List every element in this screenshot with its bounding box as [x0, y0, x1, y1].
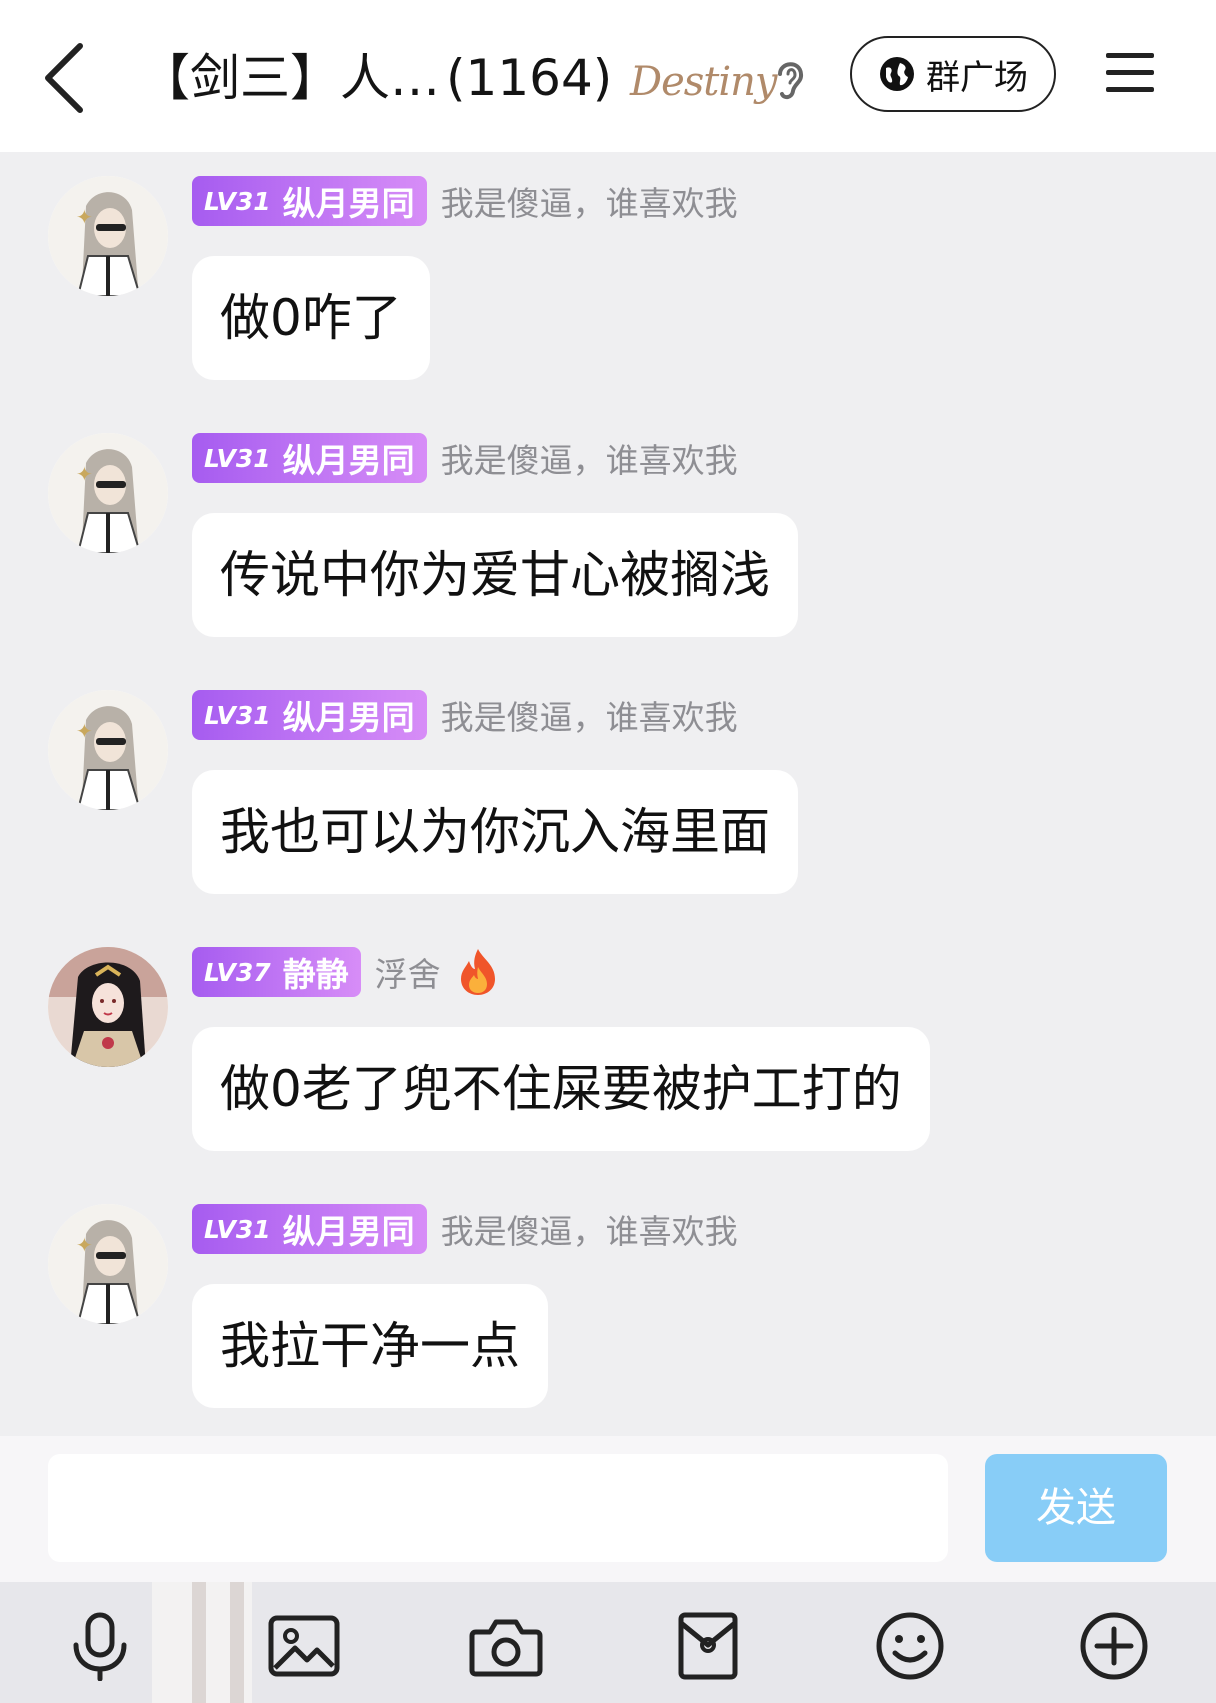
sender-nickname[interactable]: 静静	[283, 948, 349, 996]
back-icon[interactable]	[40, 40, 90, 116]
fire-icon	[460, 949, 495, 995]
emoji-icon[interactable]	[868, 1604, 952, 1688]
level-label: LV31	[204, 186, 271, 216]
composer: 发送	[0, 1436, 1216, 1582]
globe-icon	[880, 57, 914, 91]
microphone-icon[interactable]	[58, 1604, 142, 1688]
avatar[interactable]: ✦	[48, 176, 168, 296]
level-label: LV31	[204, 443, 271, 473]
message-meta: LV31 纵月男同 我是傻逼，谁喜欢我	[192, 1204, 738, 1254]
sender-nickname[interactable]: 纵月男同	[283, 1205, 415, 1253]
sender-tag: 浮舍	[374, 955, 441, 994]
group-title[interactable]: 【剑三】人… (1164)	[140, 44, 612, 112]
message-bubble[interactable]: 我也可以为你沉入海里面	[192, 770, 798, 894]
level-label: LV37	[204, 957, 271, 987]
level-badge: LV31 纵月男同	[192, 1204, 427, 1254]
svg-text:✦: ✦	[76, 719, 93, 743]
send-button[interactable]: 发送	[985, 1454, 1167, 1562]
input-toolbar	[0, 1582, 1216, 1703]
chat-header: 【剑三】人… (1164) Destiny 群广场	[0, 0, 1216, 152]
sender-nickname[interactable]: 纵月男同	[283, 691, 415, 739]
decorative-strip	[192, 1582, 206, 1703]
level-badge: LV37 静静	[192, 947, 361, 997]
svg-text:✦: ✦	[76, 462, 93, 486]
message-meta: LV31 纵月男同 我是傻逼，谁喜欢我	[192, 433, 738, 483]
avatar[interactable]: ✦	[48, 433, 168, 553]
destiny-logo: Destiny	[630, 59, 777, 105]
sender-tag: 我是傻逼，谁喜欢我	[440, 698, 738, 737]
message-bubble[interactable]: 做0老了兜不住屎要被护工打的	[192, 1027, 930, 1151]
avatar[interactable]: ✦	[48, 690, 168, 810]
message-meta: LV31 纵月男同 我是傻逼，谁喜欢我	[192, 176, 738, 226]
sender-tag: 我是傻逼，谁喜欢我	[440, 441, 738, 480]
avatar[interactable]	[48, 947, 168, 1067]
group-plaza-label: 群广场	[926, 57, 1028, 98]
group-name: 【剑三】人…	[140, 49, 440, 107]
svg-text:✦: ✦	[76, 205, 93, 229]
sender-tag: 我是傻逼，谁喜欢我	[440, 184, 738, 223]
menu-icon[interactable]	[1104, 50, 1156, 96]
sender-nickname[interactable]: 纵月男同	[283, 177, 415, 225]
red-packet-icon[interactable]	[666, 1604, 750, 1688]
svg-text:✦: ✦	[76, 1233, 93, 1257]
ear-icon[interactable]	[770, 54, 810, 102]
level-badge: LV31 纵月男同	[192, 433, 427, 483]
plus-icon[interactable]	[1072, 1604, 1156, 1688]
level-label: LV31	[204, 1214, 271, 1244]
level-badge: LV31 纵月男同	[192, 690, 427, 740]
image-icon[interactable]	[262, 1604, 346, 1688]
message-meta: LV31 纵月男同 我是傻逼，谁喜欢我	[192, 690, 738, 740]
message-meta: LV37 静静 浮舍	[192, 947, 501, 997]
message-bubble[interactable]: 我拉干净一点	[192, 1284, 548, 1408]
decorative-strip	[230, 1582, 244, 1703]
group-plaza-button[interactable]: 群广场	[850, 36, 1056, 112]
message-bubble[interactable]: 做0咋了	[192, 256, 430, 380]
sender-nickname[interactable]: 纵月男同	[283, 434, 415, 482]
level-badge: LV31 纵月男同	[192, 176, 427, 226]
message-bubble[interactable]: 传说中你为爱甘心被搁浅	[192, 513, 798, 637]
level-label: LV31	[204, 700, 271, 730]
member-count: (1164)	[446, 49, 613, 107]
sender-tag: 我是傻逼，谁喜欢我	[440, 1212, 738, 1251]
message-input[interactable]	[48, 1454, 948, 1562]
avatar[interactable]: ✦	[48, 1204, 168, 1324]
camera-icon[interactable]	[464, 1604, 548, 1688]
